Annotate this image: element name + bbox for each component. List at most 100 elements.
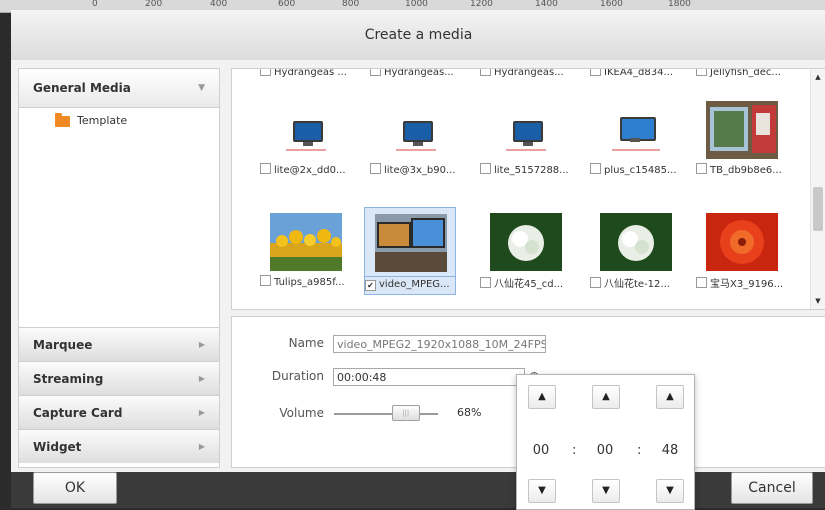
expand-arrow-icon: ▶ — [198, 340, 205, 349]
media-tile[interactable]: lite_5157288... — [480, 97, 572, 179]
tile-thumbnail — [370, 97, 462, 163]
tile-thumbnail — [590, 209, 682, 275]
tile-thumbnail — [260, 97, 352, 163]
hours-up-button[interactable]: ▲ — [528, 385, 556, 409]
scroll-thumb[interactable] — [813, 187, 823, 231]
tile-checkbox[interactable] — [480, 69, 491, 76]
tile-caption: lite@3x_b90... — [370, 163, 462, 179]
tile-caption: TB_db9b8e6... — [696, 163, 788, 179]
media-tile[interactable]: 八仙花45_cd... — [480, 209, 572, 291]
ruler-tick: 800 — [342, 0, 360, 9]
expand-arrow-icon: ▶ — [198, 442, 205, 451]
photo-monitors-thumbnail — [375, 214, 447, 272]
name-field[interactable]: video_MPEG2_1920x1088_10M_24FPS — [333, 335, 546, 353]
ruler-tick: 600 — [278, 0, 296, 9]
ruler-tick: 400 — [210, 0, 228, 9]
category-label: Streaming — [33, 372, 104, 386]
minutes-up-button[interactable]: ▲ — [592, 385, 620, 409]
tile-name: 八仙花te-12... — [604, 279, 670, 290]
tile-caption: 八仙花45_cd... — [480, 275, 572, 291]
seconds-down-button[interactable]: ▼ — [656, 479, 684, 503]
media-tile[interactable]: plus_c15485... — [590, 97, 682, 179]
ruler-tick: 0 — [92, 0, 98, 9]
tree-item-label: Template — [77, 114, 128, 127]
tile-thumbnail — [696, 209, 788, 275]
seconds-value[interactable]: 48 — [650, 443, 690, 458]
tile-checkbox[interactable] — [260, 69, 271, 76]
media-tile[interactable]: 八仙花te-12... — [590, 209, 682, 291]
media-tile[interactable]: lite@2x_dd0... — [260, 97, 352, 179]
seconds-up-button[interactable]: ▲ — [656, 385, 684, 409]
tile-name: IKEA4_d834... — [604, 68, 673, 78]
tile-name: Hydrangeas... — [384, 68, 454, 78]
media-tile[interactable]: TB_db9b8e6... — [696, 97, 788, 179]
hours-down-button[interactable]: ▼ — [528, 479, 556, 503]
tile-checkbox[interactable] — [480, 277, 491, 288]
tile-thumbnail — [480, 209, 572, 275]
general-media-label: General Media — [33, 81, 131, 95]
media-tile[interactable]: 宝马X3_9196... — [696, 209, 788, 291]
name-label: Name — [288, 336, 324, 350]
media-tile-selected[interactable]: ✔ video_MPEG... — [364, 207, 456, 295]
ruler-tick: 1200 — [470, 0, 493, 9]
tile-name: Tulips_a985f... — [274, 277, 345, 288]
ok-button[interactable]: OK — [33, 472, 117, 504]
category-widget[interactable]: Widget ▶ — [19, 429, 219, 463]
create-media-dialog: Create a media General Media ▼ Template … — [11, 10, 825, 508]
tile-caption: IKEA4_d834... — [590, 68, 682, 81]
category-label: Marquee — [33, 338, 93, 352]
tile-checkbox[interactable] — [696, 277, 707, 288]
tile-checkbox[interactable] — [260, 163, 271, 174]
tile-checkbox[interactable] — [370, 163, 381, 174]
tile-checkbox-checked[interactable]: ✔ — [365, 280, 376, 291]
category-capture-card[interactable]: Capture Card ▶ — [19, 395, 219, 429]
tile-checkbox[interactable] — [590, 277, 601, 288]
ruler-tick: 1800 — [668, 0, 691, 9]
tile-thumbnail — [696, 97, 788, 163]
general-media-header[interactable]: General Media ▼ — [19, 69, 219, 108]
tile-name: Jellyfish_dec... — [710, 68, 781, 78]
volume-slider-knob[interactable]: ||| — [391, 405, 420, 421]
tile-name: Hydrangeas ... — [274, 68, 347, 78]
tile-checkbox[interactable] — [590, 69, 601, 76]
tile-checkbox[interactable] — [696, 69, 707, 76]
duration-field[interactable]: 00:00:48 — [333, 368, 525, 386]
tile-checkbox[interactable] — [260, 275, 271, 286]
tile-checkbox[interactable] — [696, 163, 707, 174]
tile-checkbox[interactable] — [370, 69, 381, 76]
hours-value[interactable]: 00 — [521, 443, 561, 458]
tile-caption: lite_5157288... — [480, 163, 572, 179]
tile-thumbnail — [590, 97, 682, 163]
scroll-down-icon[interactable]: ▼ — [811, 297, 825, 305]
minutes-down-button[interactable]: ▼ — [592, 479, 620, 503]
category-marquee[interactable]: Marquee ▶ — [19, 327, 219, 361]
cancel-button[interactable]: Cancel — [731, 472, 813, 504]
folder-icon — [55, 113, 70, 127]
tile-checkbox[interactable] — [590, 163, 601, 174]
thumb-caption-line — [396, 149, 436, 151]
tile-caption: Hydrangeas ... — [260, 68, 352, 81]
tree-item-template[interactable]: Template — [19, 110, 219, 132]
minutes-value[interactable]: 00 — [585, 443, 625, 458]
media-tile[interactable]: lite@3x_b90... — [370, 97, 462, 179]
grid-scrollbar[interactable]: ▲ ▼ — [810, 69, 825, 309]
ruler-tick: 200 — [145, 0, 163, 9]
tile-name: 八仙花45_cd... — [494, 279, 564, 290]
monitor-icon — [403, 121, 433, 146]
media-tile[interactable]: Tulips_a985f... — [260, 209, 352, 291]
scroll-up-icon[interactable]: ▲ — [811, 73, 825, 81]
time-separator: : — [572, 443, 577, 458]
tile-caption: Tulips_a985f... — [260, 275, 352, 291]
volume-label: Volume — [279, 406, 324, 420]
duration-label: Duration — [271, 369, 324, 383]
category-label: Capture Card — [33, 406, 123, 420]
thumb-caption-line — [506, 149, 546, 151]
tile-name: 宝马X3_9196... — [710, 279, 784, 290]
volume-slider-track[interactable] — [334, 413, 438, 415]
tile-name: plus_c15485... — [604, 165, 677, 176]
tile-name: lite@2x_dd0... — [274, 165, 346, 176]
tile-checkbox[interactable] — [480, 163, 491, 174]
tile-name: Hydrangeas... — [494, 68, 564, 78]
photo-tulips-thumbnail — [270, 213, 342, 271]
category-streaming[interactable]: Streaming ▶ — [19, 361, 219, 395]
